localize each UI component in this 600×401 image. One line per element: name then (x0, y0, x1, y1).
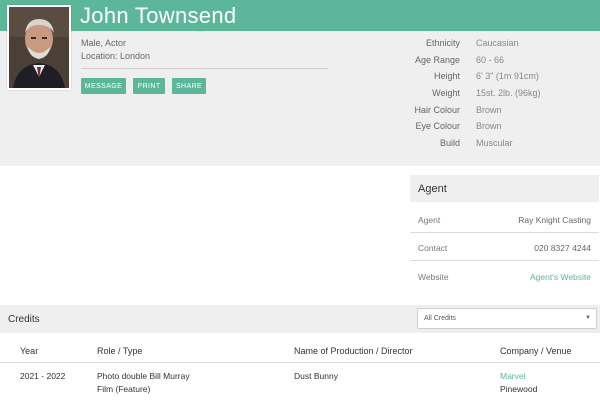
agent-panel-title: Agent (418, 183, 447, 195)
agent-row-contact: Contact 020 8327 4244 (410, 233, 599, 261)
credits-title: Credits (8, 314, 40, 325)
attribute-label: Weight (432, 88, 460, 98)
actor-name: John Townsend (80, 3, 237, 28)
headshot-photo[interactable] (7, 5, 71, 90)
attribute-value: 6' 3" (1m 91cm) (476, 71, 539, 81)
attribute-value: 60 - 66 (476, 55, 505, 65)
agent-row-label: Website (418, 272, 449, 282)
attribute-row-hair-colour: Hair Colour Brown (400, 105, 600, 117)
attribute-label: Age Range (414, 55, 460, 65)
agent-panel: Agent Agent Ray Knight Casting Contact 0… (410, 175, 599, 292)
attribute-value: Muscular (476, 138, 513, 148)
attribute-label: Ethnicity (425, 38, 460, 48)
credit-production: Dust Bunny (294, 371, 338, 381)
attribute-value: 15st. 2lb. (96kg) (476, 88, 541, 98)
credit-company-link[interactable]: Marvel (500, 370, 526, 382)
credit-role: Photo double Bill Murray (97, 371, 190, 381)
column-header-production: Name of Production / Director (294, 346, 413, 356)
message-button[interactable]: MESSAGE (81, 78, 126, 94)
agent-row-label: Agent (418, 215, 441, 225)
profile-header: John Townsend Male, Actor Location: Lond… (0, 0, 600, 166)
attribute-value: Caucasian (476, 38, 519, 48)
share-button[interactable]: SHARE (172, 78, 206, 94)
attribute-label: Hair Colour (414, 105, 460, 115)
agent-row-label: Contact (418, 243, 448, 253)
credits-filter-value: All Credits (424, 315, 456, 322)
column-header-company-venue: Company / Venue (500, 346, 572, 356)
attribute-row-height: Height 6' 3" (1m 91cm) (400, 71, 600, 83)
attribute-value: Brown (476, 121, 502, 131)
location: Location: London (81, 51, 151, 61)
attribute-label: Build (439, 138, 460, 148)
attribute-row-eye-colour: Eye Colour Brown (400, 121, 600, 133)
attribute-label: Eye Colour (415, 121, 460, 131)
credit-venue: Pinewood (500, 384, 538, 394)
agent-phone: 020 8327 4244 (534, 243, 591, 253)
agent-panel-header: Agent (410, 175, 599, 202)
column-header-role-type: Role / Type (97, 346, 143, 356)
agent-website-link[interactable]: Agent's Website (530, 272, 591, 282)
agent-row-website: Website Agent's Website (410, 262, 599, 290)
agent-row-agent: Agent Ray Knight Casting (410, 205, 599, 233)
name-bar: John Townsend (0, 0, 600, 31)
column-header-year: Year (20, 346, 39, 356)
attribute-label: Height (433, 71, 460, 81)
attribute-row-age-range: Age Range 60 - 66 (400, 55, 600, 67)
attribute-row-weight: Weight 15st. 2lb. (96kg) (400, 88, 600, 100)
table-divider (0, 362, 600, 363)
gender-role: Male, Actor (81, 38, 127, 48)
headshot-image (9, 7, 69, 88)
attribute-row-ethnicity: Ethnicity Caucasian (400, 38, 600, 50)
agent-name: Ray Knight Casting (518, 215, 591, 225)
credit-type: Film (Feature) (97, 384, 151, 394)
print-button[interactable]: PRINT (133, 78, 165, 94)
chevron-down-icon: ▼ (585, 315, 591, 321)
credits-filter-select[interactable]: All Credits ▼ (417, 308, 597, 329)
attribute-row-build: Build Muscular (400, 138, 600, 150)
attribute-value: Brown (476, 105, 502, 115)
header-divider (81, 68, 328, 69)
credit-year: 2021 - 2022 (20, 371, 66, 381)
